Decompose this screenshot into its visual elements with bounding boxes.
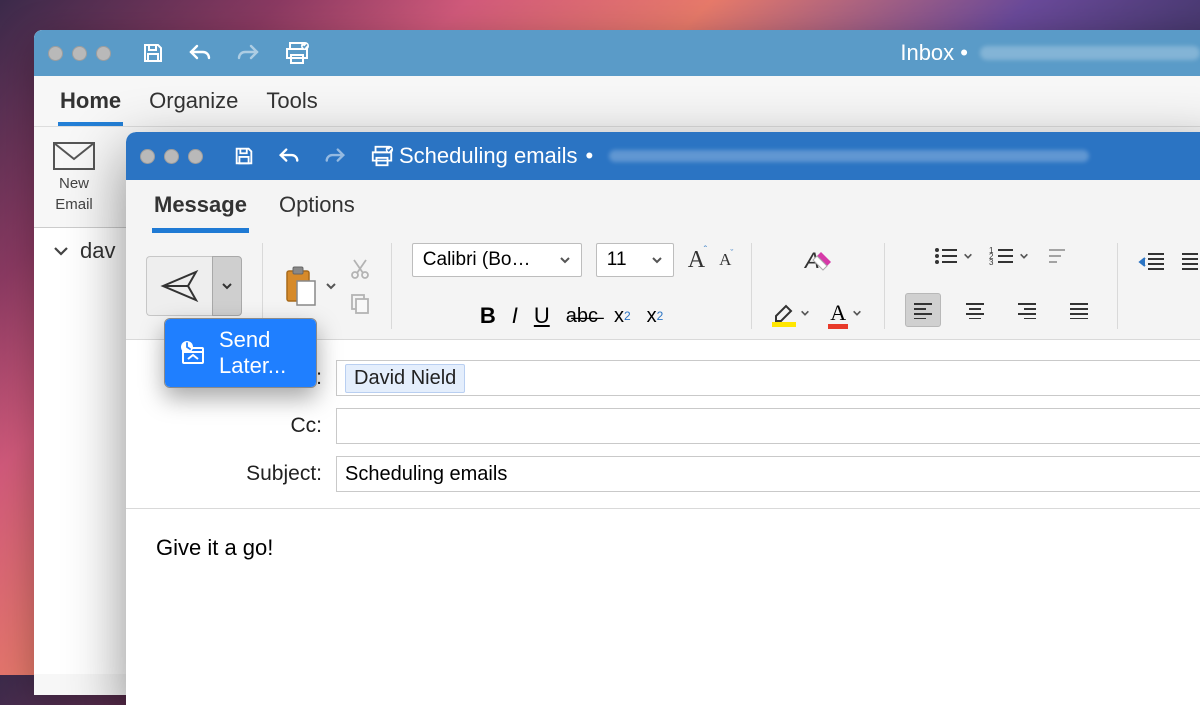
- send-later-label: Send Later...: [219, 327, 286, 379]
- close-button[interactable]: [48, 46, 63, 61]
- redo-icon[interactable]: [235, 40, 261, 66]
- minimize-button[interactable]: [164, 149, 179, 164]
- decrease-font-button[interactable]: Aˇ: [719, 250, 731, 270]
- sort-button[interactable]: [1045, 245, 1069, 267]
- back-tabs: Home Organize Tools: [34, 76, 1200, 126]
- minimize-button[interactable]: [72, 46, 87, 61]
- compose-ribbon: Send Later...: [126, 233, 1200, 340]
- increase-indent-button[interactable]: [1180, 251, 1200, 273]
- compose-window: Scheduling emails• Message Options: [126, 132, 1200, 705]
- compose-tabs: Message Options: [126, 180, 1200, 233]
- subscript-button[interactable]: x2: [614, 305, 631, 328]
- svg-text:3: 3: [989, 258, 994, 267]
- paste-icon[interactable]: [283, 265, 319, 307]
- traffic-lights: [34, 46, 125, 61]
- numbering-button[interactable]: 123: [989, 245, 1031, 267]
- zoom-button[interactable]: [96, 46, 111, 61]
- zoom-button[interactable]: [188, 149, 203, 164]
- account-blurred: [980, 46, 1200, 60]
- align-center-button[interactable]: [957, 293, 993, 327]
- align-justify-button[interactable]: [1061, 293, 1097, 327]
- undo-icon[interactable]: [277, 144, 301, 168]
- compose-titlebar: Scheduling emails•: [126, 132, 1200, 180]
- highlight-button[interactable]: [772, 302, 812, 324]
- send-dropdown[interactable]: [212, 256, 242, 316]
- recipient-chip[interactable]: David Nield: [345, 364, 465, 393]
- message-body[interactable]: Give it a go!: [126, 508, 1200, 587]
- chevron-down-icon: [52, 242, 70, 260]
- align-right-button[interactable]: [1009, 293, 1045, 327]
- highlight-dropdown[interactable]: [798, 308, 812, 318]
- subject-field[interactable]: Scheduling emails: [336, 456, 1200, 492]
- cc-field[interactable]: [336, 408, 1200, 444]
- tab-message[interactable]: Message: [152, 190, 249, 233]
- send-split-button: [146, 256, 242, 316]
- bullets-dropdown[interactable]: [961, 251, 975, 261]
- to-field[interactable]: David Nield: [336, 360, 1200, 396]
- undo-icon[interactable]: [187, 40, 213, 66]
- font-color-button[interactable]: A: [828, 300, 864, 326]
- align-left-button[interactable]: [905, 293, 941, 327]
- account-blurred: [609, 150, 1089, 162]
- tab-options[interactable]: Options: [277, 190, 357, 233]
- font-name-combo[interactable]: Calibri (Bo…: [412, 243, 582, 277]
- tab-tools[interactable]: Tools: [264, 84, 319, 126]
- tab-home[interactable]: Home: [58, 84, 123, 126]
- chevron-down-icon: [651, 254, 663, 266]
- bullets-button[interactable]: [933, 245, 975, 267]
- new-email-button[interactable]: New Email: [52, 141, 96, 213]
- tab-organize[interactable]: Organize: [147, 84, 240, 126]
- clear-formatting-button[interactable]: A: [803, 246, 833, 274]
- decrease-indent-button[interactable]: [1138, 251, 1166, 273]
- redo-icon[interactable]: [323, 144, 347, 168]
- underline-button[interactable]: U: [534, 303, 550, 329]
- save-icon[interactable]: [233, 144, 255, 168]
- bold-button[interactable]: B: [480, 303, 496, 329]
- subject-label: Subject:: [126, 462, 336, 486]
- print-icon[interactable]: [369, 144, 395, 168]
- send-menu: Send Later...: [164, 318, 317, 388]
- print-icon[interactable]: [283, 40, 311, 66]
- send-button[interactable]: [146, 256, 212, 316]
- chevron-down-icon: [559, 254, 571, 266]
- back-titlebar: Inbox •: [34, 30, 1200, 76]
- compose-title: Scheduling emails•: [395, 143, 1089, 169]
- italic-button[interactable]: I: [512, 303, 518, 329]
- font-color-dropdown[interactable]: [850, 308, 864, 318]
- back-window-title: Inbox •: [900, 40, 980, 66]
- copy-icon[interactable]: [349, 292, 371, 314]
- compose-traffic-lights: [126, 149, 217, 164]
- superscript-button[interactable]: x2: [647, 305, 664, 328]
- increase-font-button[interactable]: Aˆ: [688, 247, 705, 274]
- send-later-icon: [179, 340, 207, 366]
- numbering-dropdown[interactable]: [1017, 251, 1031, 261]
- new-email-label-1: New: [59, 175, 89, 192]
- new-email-label-2: Email: [55, 196, 93, 213]
- paste-dropdown[interactable]: [323, 280, 339, 292]
- font-size-combo[interactable]: 11: [596, 243, 674, 277]
- cut-icon[interactable]: [349, 258, 371, 280]
- cc-label: Cc:: [126, 414, 336, 438]
- save-icon[interactable]: [141, 40, 165, 66]
- strikethrough-button[interactable]: a̶b̶c̶: [566, 305, 598, 328]
- send-later-item[interactable]: Send Later...: [165, 319, 316, 387]
- close-button[interactable]: [140, 149, 155, 164]
